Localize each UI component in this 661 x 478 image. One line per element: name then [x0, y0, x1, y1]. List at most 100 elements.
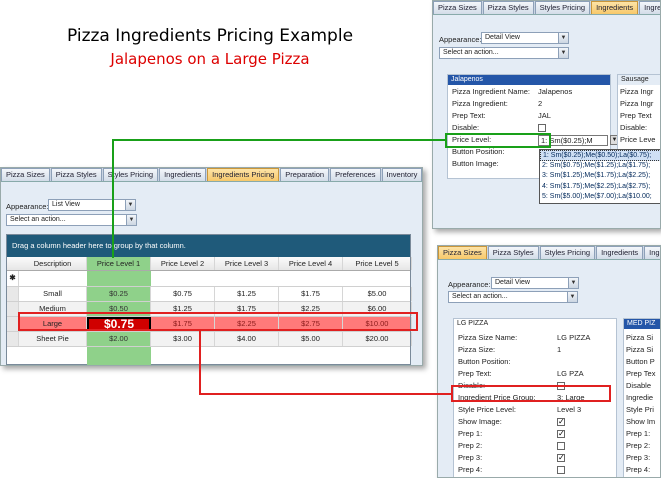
- tab-ingredients[interactable]: Ingredients: [644, 246, 660, 259]
- tab-pizza-styles[interactable]: Pizza Styles: [487, 246, 539, 259]
- appearance-combo[interactable]: Detail View ▼: [491, 277, 579, 289]
- checkbox[interactable]: [557, 382, 565, 390]
- property-row: Button P: [624, 356, 660, 368]
- property-row: Pizza Si: [624, 332, 660, 344]
- tab-ingredients-pri[interactable]: Ingredients Pri: [639, 1, 660, 14]
- property-value[interactable]: 1: Sm($0.25);M: [538, 135, 608, 146]
- action-combo[interactable]: Select an action... ▼: [439, 47, 569, 59]
- column-header-6[interactable]: Price Level 5: [343, 257, 412, 270]
- checkbox[interactable]: [557, 452, 565, 464]
- pizza-sizes-detail-window: Pizza Sizes Pizza Styles Styles Pricing Ing…: [437, 245, 661, 478]
- property-label: Pizza Size:: [458, 345, 496, 354]
- appearance-value: Detail View: [495, 279, 530, 286]
- action-combo[interactable]: Select an action... ▼: [6, 214, 137, 226]
- row-indicator: [7, 302, 19, 316]
- price-cell: $1.75: [279, 287, 343, 301]
- dropdown-option[interactable]: 3: Sm($1.25);Me($1.75);La($2.25);: [540, 171, 660, 182]
- action-value: Select an action...: [452, 293, 508, 300]
- property-row: Style Pri: [624, 404, 660, 416]
- appearance-combo[interactable]: Detail View ▼: [481, 32, 569, 44]
- chevron-down-icon[interactable]: ▼: [558, 48, 568, 58]
- price-cell: $5.00: [279, 332, 343, 346]
- checkbox[interactable]: [538, 124, 546, 132]
- action-value: Select an action...: [10, 216, 66, 223]
- checkbox[interactable]: [557, 466, 565, 474]
- tab-ingredients[interactable]: Ingredients: [591, 1, 639, 14]
- tab-preparation[interactable]: Preparation: [280, 168, 330, 181]
- column-header-2[interactable]: Price Level 1: [87, 257, 151, 270]
- property-label: Prep Text: [620, 111, 652, 120]
- action-combo[interactable]: Select an action... ▼: [448, 291, 578, 303]
- chevron-down-icon[interactable]: ▼: [558, 33, 568, 43]
- property-value[interactable]: 2: [538, 98, 542, 110]
- price-level-dropdown-list[interactable]: 1: Sm($0.25);Me($0.50);La($0.75); 2: Sm($…: [539, 149, 660, 204]
- dropdown-option[interactable]: 2: Sm($0.75);Me($1.25);La($1.75);: [540, 161, 660, 172]
- appearance-combo[interactable]: List View ▼: [48, 199, 136, 211]
- dropdown-option[interactable]: 5: Sm($5.00);Me($7.00);La($10.00;: [540, 192, 660, 203]
- tab-styles-pricing[interactable]: Styles Pricing: [539, 246, 596, 259]
- property-value[interactable]: 3: Large: [557, 392, 585, 404]
- chevron-down-icon[interactable]: ▼: [568, 278, 578, 288]
- price-cell[interactable]: $0.75: [87, 317, 151, 331]
- property-row: Disable:: [448, 122, 610, 134]
- checkbox[interactable]: [557, 416, 565, 428]
- description-cell: Medium: [19, 302, 87, 316]
- property-label: Pizza Ingredient Name:: [452, 87, 530, 96]
- page-title: Pizza Ingredients Pricing Example: [66, 26, 354, 46]
- property-value[interactable]: LG PIZZA: [557, 332, 590, 344]
- ingredients-pricing-window: Pizza Sizes Pizza Styles Styles Pricing Ing…: [0, 167, 423, 366]
- property-value[interactable]: Jalapenos: [538, 86, 572, 98]
- dropdown-option[interactable]: 4: Sm($1.75);Me($2.25);La($2.75);: [540, 182, 660, 193]
- table-row[interactable]: Small $0.25 $0.75 $1.25 $1.75 $5.00: [7, 287, 412, 302]
- tab-ingredients[interactable]: Ingredients: [596, 246, 644, 259]
- tab-styles-pricing[interactable]: Styles Pricing: [102, 168, 159, 181]
- tab-pizza-styles[interactable]: Pizza Styles: [50, 168, 102, 181]
- property-value[interactable]: JAL: [538, 110, 551, 122]
- tab-ingredients[interactable]: Ingredients: [159, 168, 207, 181]
- column-header-3[interactable]: Price Level 2: [151, 257, 215, 270]
- column-header-4[interactable]: Price Level 3: [215, 257, 279, 270]
- appearance-value: List View: [52, 201, 80, 208]
- property-row: Pizza Ingredient Name: Jalapenos: [448, 86, 610, 98]
- tab-pizza-sizes[interactable]: Pizza Sizes: [438, 246, 487, 259]
- checkbox[interactable]: [557, 428, 565, 440]
- checkbox[interactable]: [557, 442, 565, 450]
- price-cell: $1.75: [151, 317, 215, 331]
- tab-styles-pricing[interactable]: Styles Pricing: [534, 1, 591, 14]
- table-row[interactable]: Medium $0.50 $1.25 $1.75 $2.25 $6.00: [7, 302, 412, 317]
- tab-inventory[interactable]: Inventory: [381, 168, 422, 181]
- property-row: Ingredient Price Group: 3: Large: [454, 392, 616, 404]
- property-label: Disable:: [452, 123, 480, 132]
- table-row[interactable]: Sheet Pie $2.00 $3.00 $4.00 $5.00 $20.00: [7, 332, 412, 347]
- dropdown-option[interactable]: 1: Sm($0.25);Me($0.50);La($0.75);: [540, 150, 660, 161]
- property-label: Style Pri: [626, 405, 654, 414]
- chevron-down-icon[interactable]: ▼: [125, 200, 135, 210]
- group-by-panel[interactable]: Drag a column header here to group by th…: [7, 235, 410, 257]
- new-row[interactable]: ✱: [7, 271, 410, 287]
- column-header-5[interactable]: Price Level 4: [279, 257, 343, 270]
- med-pizza-card: MED PIZ Pizza Si Pizza Si Button P Prep Tex…: [623, 318, 660, 477]
- tab-preferences[interactable]: Preferences: [330, 168, 381, 181]
- tab-pizza-styles[interactable]: Pizza Styles: [482, 1, 534, 14]
- table-row[interactable]: Large $0.75 $1.75 $2.25 $2.75 $10.00: [7, 317, 412, 332]
- tab-pizza-sizes[interactable]: Pizza Sizes: [433, 1, 482, 14]
- property-label: Prep 3:: [626, 453, 651, 462]
- tab-ingredients-pricing[interactable]: Ingredients Pricing: [207, 168, 280, 181]
- column-header-1[interactable]: Description: [19, 257, 87, 270]
- property-value[interactable]: Level 3: [557, 404, 581, 416]
- pricing-grid: Drag a column header here to group by th…: [6, 234, 412, 365]
- property-row: Disable:: [618, 122, 660, 134]
- property-label: Price Leve: [620, 135, 656, 144]
- property-label: Prep 2:: [458, 441, 483, 450]
- price-cell: $1.25: [151, 302, 215, 316]
- property-label: Button Position:: [452, 147, 505, 156]
- description-cell: Large: [19, 317, 87, 331]
- price-cell: $0.50: [87, 302, 151, 316]
- chevron-down-icon[interactable]: ▼: [567, 292, 577, 302]
- appearance-label: Appearance:: [439, 35, 482, 44]
- property-value[interactable]: LG PZA: [557, 368, 584, 380]
- tab-pizza-sizes[interactable]: Pizza Sizes: [1, 168, 50, 181]
- property-value[interactable]: 1: [557, 344, 561, 356]
- chevron-down-icon[interactable]: ▼: [126, 215, 136, 225]
- property-label: Prep 1:: [458, 429, 483, 438]
